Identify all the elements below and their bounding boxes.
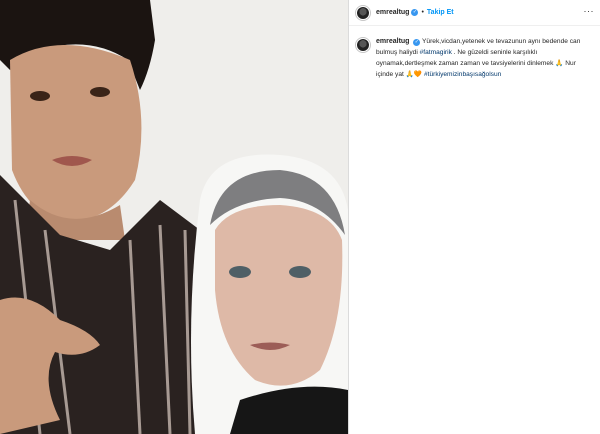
avatar[interactable] (355, 4, 371, 21)
more-options-icon[interactable]: ··· (584, 7, 595, 16)
post-header: emrealtug ✓ • Takip Et ··· (349, 0, 600, 26)
verified-badge-icon: ✓ (411, 9, 419, 16)
post-side-panel: emrealtug ✓ • Takip Et ··· emrealtug ✓ Y… (348, 0, 600, 434)
verified-badge-icon: ✓ (413, 39, 421, 46)
praying-heart-icon: 🙏🧡 (405, 71, 423, 78)
praying-hands-icon: 🙏 (555, 60, 564, 67)
caption-text: emrealtug ✓ Yürek,vicdan,yetenek ve teva… (376, 36, 592, 80)
hashtag-link[interactable]: #türkiyemizinbaşısağolsun (424, 71, 501, 78)
follow-button[interactable]: Takip Et (427, 9, 454, 16)
hashtag-link[interactable]: #fatmagirik (420, 49, 452, 56)
caption-avatar[interactable] (355, 37, 371, 53)
separator-dot: • (421, 9, 424, 16)
post-photo (0, 0, 348, 434)
caption-username[interactable]: emrealtug (376, 38, 409, 45)
post-caption: emrealtug ✓ Yürek,vicdan,yetenek ve teva… (349, 26, 600, 80)
header-username[interactable]: emrealtug (376, 9, 409, 16)
